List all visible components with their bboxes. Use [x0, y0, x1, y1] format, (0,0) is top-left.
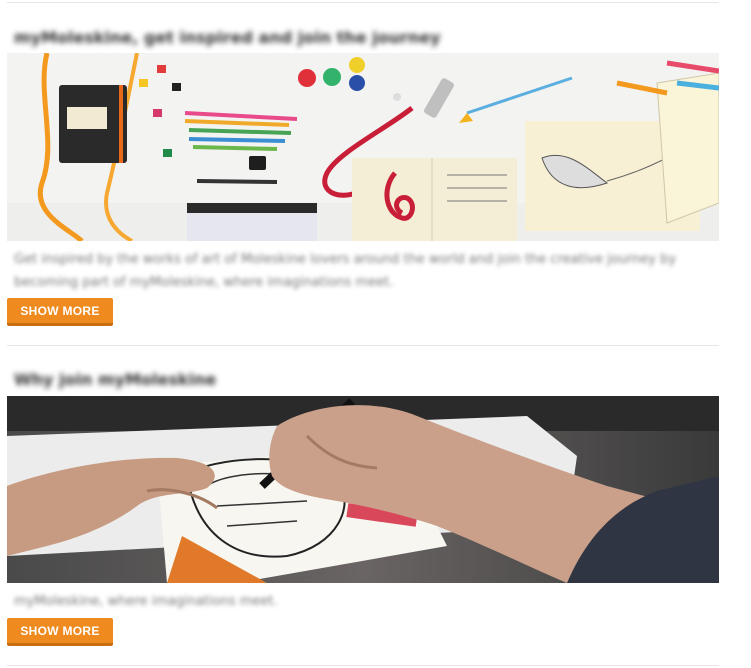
section-1-show-more-button[interactable]: SHOW MORE [7, 298, 113, 326]
section-1-hero-image [7, 53, 719, 241]
section-1-description: Get inspired by the works of art of Mole… [14, 252, 677, 290]
section-2-show-more-button[interactable]: SHOW MORE [7, 618, 113, 646]
page: myMoleskine, get inspired and join the j… [0, 0, 751, 668]
section-divider [7, 345, 719, 346]
section-1-title: myMoleskine, get inspired and join the j… [14, 28, 441, 47]
section-2-title: Why join myMoleskine [14, 370, 217, 389]
section-2-description: myMoleskine, where imaginations meet. [14, 594, 278, 609]
section-2-hero-image [7, 396, 719, 583]
bottom-divider [7, 665, 719, 666]
top-divider [7, 2, 719, 3]
